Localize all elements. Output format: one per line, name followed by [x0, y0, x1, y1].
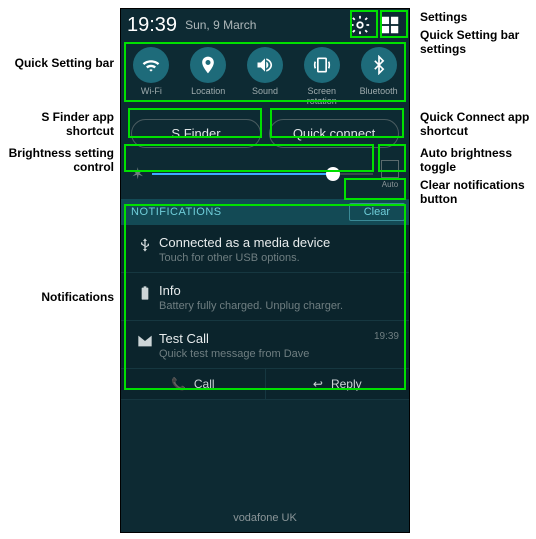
- notif-sub: Battery fully charged. Unplug charger.: [159, 300, 399, 312]
- shortcut-row: S Finder Quick connect: [121, 115, 409, 156]
- sound-icon: [247, 47, 283, 83]
- wifi-icon: [133, 47, 169, 83]
- notif-time: 19:39: [374, 331, 399, 360]
- clear-button[interactable]: Clear: [349, 203, 405, 221]
- rotation-icon: [304, 47, 340, 83]
- quick-settings-bar: Wi-Fi Location Sound Screen rotation Blu…: [121, 41, 409, 115]
- notification-item[interactable]: Info Battery fully charged. Unplug charg…: [121, 273, 409, 321]
- reply-icon: ↩: [313, 377, 323, 391]
- callout: Settings: [420, 10, 467, 24]
- qs-label: Location: [191, 87, 225, 97]
- notif-title: Test Call: [159, 331, 374, 346]
- notifications-title: NOTIFICATIONS: [131, 206, 349, 218]
- status-date: Sun, 9 March: [185, 18, 343, 32]
- qs-sound[interactable]: Sound: [238, 47, 292, 107]
- qs-bluetooth[interactable]: Bluetooth: [352, 47, 406, 107]
- brightness-row: ✶ Auto: [121, 156, 409, 199]
- panel-settings-icon[interactable]: [377, 12, 403, 38]
- qs-label: Sound: [252, 87, 278, 97]
- notif-sub: Quick test message from Dave: [159, 348, 374, 360]
- phone-screen: 19:39 Sun, 9 March Wi-Fi Location Sound …: [120, 8, 410, 533]
- status-bar: 19:39 Sun, 9 March: [121, 9, 409, 41]
- quickconnect-button[interactable]: Quick connect: [269, 119, 399, 148]
- reply-action[interactable]: ↩ Reply: [266, 369, 410, 399]
- notifications-header: NOTIFICATIONS Clear: [121, 199, 409, 225]
- qs-label: Screen rotation: [307, 87, 337, 107]
- notif-title: Info: [159, 283, 399, 298]
- checkbox-icon: [381, 160, 399, 178]
- settings-icon[interactable]: [347, 12, 373, 38]
- callout: Notifications: [8, 290, 114, 304]
- notification-actions: 📞 Call ↩ Reply: [121, 369, 409, 400]
- bluetooth-icon: [361, 47, 397, 83]
- callout: Auto brightness toggle: [420, 146, 520, 175]
- callout: Quick Connect app shortcut: [420, 110, 530, 139]
- location-icon: [190, 47, 226, 83]
- usb-icon: [131, 235, 159, 264]
- notification-list: Connected as a media device Touch for ot…: [121, 225, 409, 400]
- notification-item[interactable]: Connected as a media device Touch for ot…: [121, 225, 409, 273]
- clock-time: 19:39: [127, 14, 177, 37]
- battery-icon: [131, 283, 159, 312]
- callout: Clear notifications button: [420, 178, 530, 207]
- phone-icon: 📞: [171, 377, 186, 391]
- qs-rotation[interactable]: Screen rotation: [295, 47, 349, 107]
- reply-label: Reply: [331, 377, 362, 391]
- call-action[interactable]: 📞 Call: [121, 369, 266, 399]
- auto-label: Auto: [382, 180, 398, 189]
- notif-title: Connected as a media device: [159, 235, 399, 250]
- qs-label: Bluetooth: [360, 87, 398, 97]
- qs-location[interactable]: Location: [181, 47, 235, 107]
- auto-brightness-toggle[interactable]: Auto: [381, 160, 399, 189]
- sfinder-button[interactable]: S Finder: [131, 119, 261, 148]
- call-label: Call: [194, 377, 215, 391]
- notif-sub: Touch for other USB options.: [159, 252, 399, 264]
- qs-label: Wi-Fi: [141, 87, 162, 97]
- notification-item[interactable]: Test Call Quick test message from Dave 1…: [121, 321, 409, 369]
- callout: Quick Setting bar: [8, 56, 114, 70]
- callout: Quick Setting bar settings: [420, 28, 520, 57]
- callout: S Finder app shortcut: [8, 110, 114, 139]
- carrier-label: vodafone UK: [121, 504, 409, 532]
- callout: Brightness setting control: [0, 146, 114, 175]
- qs-wifi[interactable]: Wi-Fi: [124, 47, 178, 107]
- brightness-icon: ✶: [131, 164, 144, 184]
- brightness-slider[interactable]: [152, 166, 373, 182]
- message-icon: [131, 331, 159, 360]
